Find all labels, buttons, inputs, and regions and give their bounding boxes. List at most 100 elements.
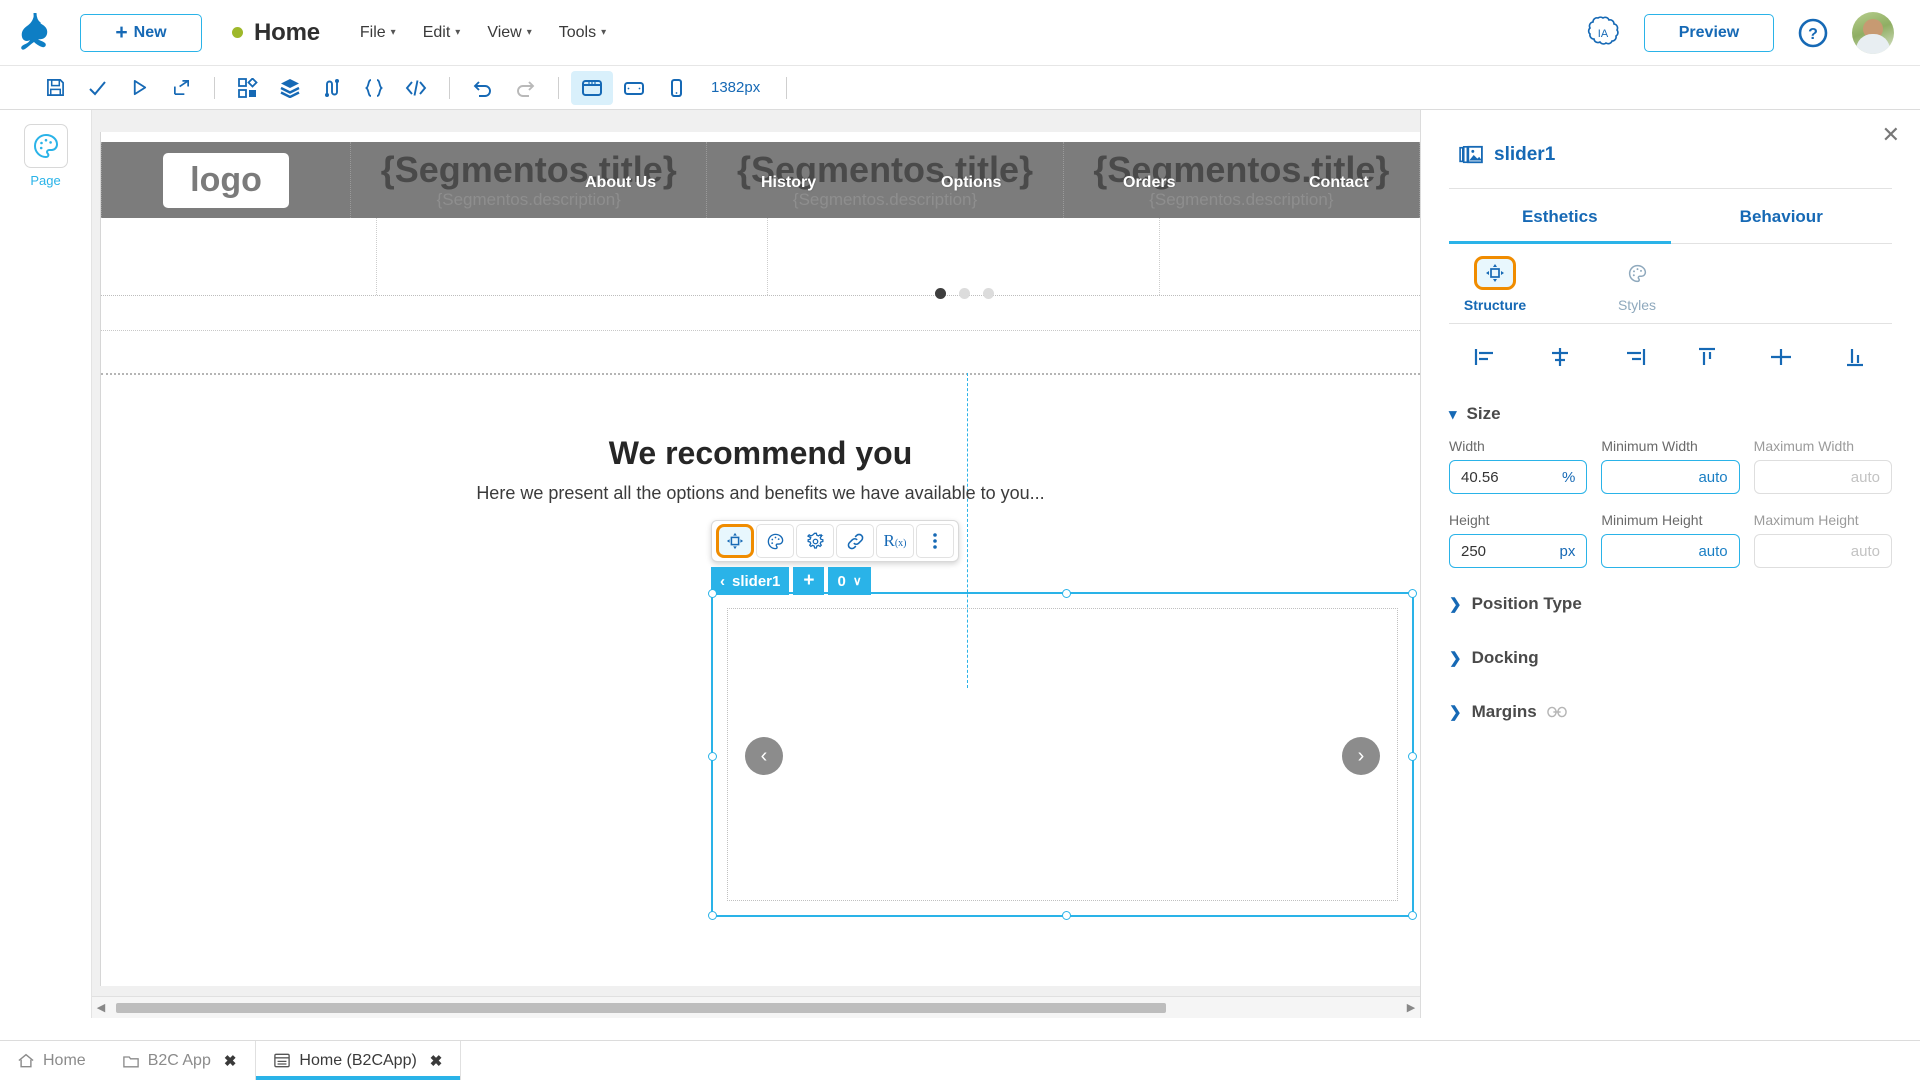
resize-handle-l[interactable] xyxy=(708,752,717,761)
carousel-prev-button[interactable]: ‹ xyxy=(745,737,783,775)
align-top-icon[interactable] xyxy=(1670,342,1744,372)
segment-cell-2[interactable]: {Segmentos.title} {Segmentos.description… xyxy=(707,142,1064,218)
align-center-horizontal-icon[interactable] xyxy=(1523,342,1597,372)
carousel-dot[interactable] xyxy=(934,288,946,299)
bottom-tab-b2c-app[interactable]: B2C App ✖ xyxy=(105,1041,256,1080)
new-button[interactable]: + New xyxy=(80,13,202,52)
panel-tabs: Esthetics Behaviour xyxy=(1449,189,1892,244)
chevron-down-icon: ▾ xyxy=(526,27,532,38)
redo-icon[interactable] xyxy=(504,71,546,105)
height-unit[interactable]: px xyxy=(1559,543,1575,560)
tablet-icon[interactable] xyxy=(613,71,655,105)
structure-icon[interactable] xyxy=(716,524,754,558)
selection-frame[interactable]: ‹ › xyxy=(708,589,1417,920)
link-chain-icon[interactable] xyxy=(1546,706,1567,718)
svg-text:?: ? xyxy=(1808,26,1818,43)
save-icon[interactable] xyxy=(34,71,76,105)
check-icon[interactable] xyxy=(76,71,118,105)
undo-icon[interactable] xyxy=(462,71,504,105)
close-icon[interactable]: ✖ xyxy=(224,1052,237,1070)
preview-button[interactable]: Preview xyxy=(1644,13,1774,52)
subtab-structure[interactable]: Structure xyxy=(1449,256,1541,313)
link-icon[interactable] xyxy=(836,524,874,558)
page-heading[interactable]: We recommend you xyxy=(101,435,1420,472)
min-width-input[interactable]: auto xyxy=(1601,460,1740,494)
data-icon[interactable] xyxy=(311,71,353,105)
scroll-thumb[interactable] xyxy=(116,1002,1166,1013)
section-size[interactable]: ▾ Size xyxy=(1449,404,1892,424)
resize-handle-tl[interactable] xyxy=(708,589,717,598)
close-icon[interactable]: ✖ xyxy=(430,1052,443,1070)
zoom-level[interactable]: 1382px xyxy=(711,79,760,96)
styles-palette-icon[interactable] xyxy=(756,524,794,558)
desktop-icon[interactable] xyxy=(571,70,613,105)
resize-handle-t[interactable] xyxy=(1062,589,1071,598)
menu-edit[interactable]: Edit ▾ xyxy=(423,24,461,42)
horizontal-scrollbar[interactable]: ◀ ▶ xyxy=(92,996,1420,1018)
carousel-dot[interactable] xyxy=(958,288,970,299)
tab-esthetics[interactable]: Esthetics xyxy=(1449,189,1671,244)
avatar[interactable] xyxy=(1852,11,1894,54)
formula-rx-icon[interactable]: R(x) xyxy=(876,524,914,558)
bottom-tab-home[interactable]: Home xyxy=(0,1041,105,1080)
divider xyxy=(214,76,215,99)
carousel-dot[interactable] xyxy=(982,288,994,299)
align-right-icon[interactable] xyxy=(1597,342,1671,372)
layers-icon[interactable] xyxy=(269,71,311,105)
phone-icon[interactable] xyxy=(655,71,697,105)
menu-file[interactable]: File ▾ xyxy=(360,24,396,42)
segment-cell-3[interactable]: {Segmentos.title} {Segmentos.description… xyxy=(1064,142,1420,218)
align-left-icon[interactable] xyxy=(1449,342,1523,372)
bottom-tab-home-b2capp[interactable]: Home (B2CApp) ✖ xyxy=(255,1041,462,1080)
segment-cell-1[interactable]: {Segmentos.title} {Segmentos.description… xyxy=(351,142,708,218)
slide-index-selector[interactable]: 0 ∨ xyxy=(828,567,871,595)
width-value: 40.56 xyxy=(1461,468,1499,486)
design-canvas[interactable]: logo {Segmentos.title} {Segmentos.descri… xyxy=(92,110,1420,1018)
max-width-input[interactable]: auto xyxy=(1753,460,1892,494)
badge-element-name: slider1 xyxy=(732,572,781,590)
carousel-next-button[interactable]: › xyxy=(1342,737,1380,775)
scroll-right-arrow[interactable]: ▶ xyxy=(1402,1001,1420,1014)
page-subheading[interactable]: Here we present all the options and bene… xyxy=(101,483,1420,504)
close-icon[interactable]: ✕ xyxy=(1882,124,1900,146)
sidebar-item-page[interactable]: Page xyxy=(0,124,91,188)
section-docking[interactable]: ❯ Docking xyxy=(1449,648,1892,668)
question-circle-icon[interactable]: ? xyxy=(1798,18,1828,48)
section-position-type[interactable]: ❯ Position Type xyxy=(1449,594,1892,614)
field-width-label: Width xyxy=(1449,438,1485,454)
resize-handle-br[interactable] xyxy=(1408,911,1417,920)
resize-handle-r[interactable] xyxy=(1408,752,1417,761)
braces-icon[interactable] xyxy=(353,71,395,105)
min-height-input[interactable]: auto xyxy=(1601,534,1740,568)
align-center-vertical-icon[interactable] xyxy=(1744,342,1818,372)
play-icon[interactable] xyxy=(118,71,160,105)
max-height-input[interactable]: auto xyxy=(1753,534,1892,568)
resize-handle-b[interactable] xyxy=(1062,911,1071,920)
settings-gear-icon[interactable] xyxy=(796,524,834,558)
logo-cell[interactable]: logo xyxy=(101,142,352,218)
width-input[interactable]: 40.56 % xyxy=(1449,460,1588,494)
align-bottom-icon[interactable] xyxy=(1818,342,1892,372)
ia-badge-icon[interactable]: IA xyxy=(1586,15,1620,50)
height-input[interactable]: 250 px xyxy=(1449,534,1588,568)
deploy-icon[interactable] xyxy=(160,71,202,105)
menu-tools[interactable]: Tools ▾ xyxy=(559,24,606,42)
width-unit[interactable]: % xyxy=(1562,469,1575,486)
resize-handle-bl[interactable] xyxy=(708,911,717,920)
more-vertical-icon[interactable] xyxy=(916,524,954,558)
top-bar-right: IA Preview ? xyxy=(1586,11,1920,54)
divider xyxy=(786,76,788,99)
subtab-styles[interactable]: Styles xyxy=(1591,256,1683,313)
element-name-badge[interactable]: ‹ slider1 xyxy=(711,567,790,595)
widgets-icon[interactable] xyxy=(227,71,269,105)
code-icon[interactable] xyxy=(395,71,437,105)
section-margins[interactable]: ❯ Margins xyxy=(1449,702,1892,722)
field-height: Height 250 px xyxy=(1449,512,1588,568)
scroll-track[interactable] xyxy=(110,1002,1402,1013)
resize-handle-tr[interactable] xyxy=(1408,589,1417,598)
menu-view[interactable]: View ▾ xyxy=(487,24,531,42)
frog-logo-icon[interactable] xyxy=(0,12,72,53)
tab-behaviour[interactable]: Behaviour xyxy=(1670,189,1892,244)
scroll-left-arrow[interactable]: ◀ xyxy=(92,1001,110,1014)
add-slide-button[interactable]: + xyxy=(793,567,825,595)
